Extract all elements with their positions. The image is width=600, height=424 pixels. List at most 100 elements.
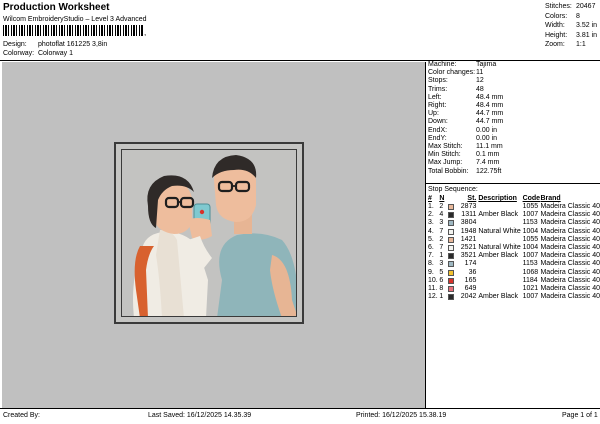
detail-label: Color changes: [428, 69, 476, 77]
thread-color-swatch [447, 261, 454, 268]
thread-description [478, 277, 522, 285]
stitch-count: 3521 [460, 252, 477, 260]
embroidery-frame [114, 142, 304, 324]
detail-row: Right: 48.4 mm [428, 102, 503, 110]
stat-row: Stitches: 20467 [545, 2, 597, 12]
stat-value: 3.52 in [576, 22, 598, 29]
detail-value: 122.75ft [476, 167, 502, 175]
stop-row: 3. 3 3804 1153 Madeira Classic 40 [428, 219, 600, 227]
thread-color-swatch [447, 294, 454, 301]
thread-brand: Madeira Classic 40 [540, 211, 600, 219]
thread-brand: Madeira Classic 40 [540, 252, 600, 260]
thread-description [478, 285, 522, 293]
stop-number: 1. [428, 203, 434, 211]
thread-description [478, 260, 522, 268]
thread-color-swatch [447, 236, 454, 243]
stop-row: 12. 1 2042 Amber Black 1007 Madeira Classic 4… [428, 293, 600, 301]
table-header-row: # N St. Description Code Brand [428, 194, 600, 203]
detail-label: Total Bobbin: [428, 167, 469, 175]
detail-label: Machine: [428, 61, 457, 68]
stitch-count: 3804 [460, 219, 477, 227]
detail-label: Down: [428, 118, 448, 126]
col-brand: Brand [540, 195, 561, 202]
stop-sequence-title: Stop Sequence: [428, 186, 478, 193]
stop-number: 11. [428, 284, 438, 292]
software-name: Wilcom EmbroideryStudio – Level 3 Advanc… [3, 16, 147, 23]
thread-brand: Madeira Classic 40 [540, 293, 600, 301]
stitch-count: 165 [464, 276, 477, 284]
stitch-count-cell: 36 [447, 268, 479, 277]
detail-label: Stops: [428, 77, 448, 85]
details-divider [426, 183, 600, 184]
stitch-count-cell: 2873 [447, 203, 479, 211]
stat-value: 1:1 [576, 41, 586, 48]
stop-row: 1. 2 2873 1055 Madeira Classic 40 [428, 203, 600, 211]
detail-row: Stops: 12 [428, 77, 503, 85]
stitch-count: 2873 [460, 203, 477, 211]
detail-row: Min Stitch: 0.1 mm [428, 151, 503, 159]
thread-brand: Madeira Classic 40 [540, 227, 600, 235]
detail-label: EndY: [428, 134, 447, 142]
thread-description: Amber Black [478, 293, 519, 301]
machine-details: Machine: Tajima Color changes: 11 Stops: 12… [428, 61, 503, 176]
detail-label: Max Stitch: [428, 143, 463, 151]
thread-color-swatch [447, 204, 454, 211]
detail-value: 11 [476, 69, 484, 77]
thread-brand: Madeira Classic 40 [540, 260, 600, 268]
col-number: # [428, 195, 432, 202]
stat-value: 20467 [576, 3, 596, 10]
stat-row: Width: 3.52 in [545, 21, 597, 31]
worksheet-header: Production Worksheet Wilcom EmbroiderySt… [0, 0, 600, 62]
thread-brand: Madeira Classic 40 [540, 268, 600, 276]
thread-color-swatch [447, 245, 454, 252]
thread-code: 1004 [522, 244, 539, 252]
stop-row: 7. 1 3521 Amber Black 1007 Madeira Classic 40 [428, 252, 600, 260]
thread-code: 1007 [522, 211, 539, 219]
col-code: Code [522, 195, 541, 202]
stat-label: Colors: [545, 12, 568, 20]
stop-row: 8. 3 174 1153 Madeira Classic 40 [428, 260, 600, 268]
thread-code: 1055 [522, 235, 539, 243]
thread-description: Natural White [478, 227, 521, 235]
detail-row: Up: 44.7 mm [428, 110, 503, 118]
detail-label: Max Jump: [428, 159, 463, 167]
thread-brand: Madeira Classic 40 [540, 203, 600, 211]
stop-row: 4. 7 1948 Natural White 1004 Madeira Classic … [428, 228, 600, 236]
needle-number: 3 [439, 260, 444, 268]
thread-code: 1068 [522, 268, 539, 276]
thread-color-swatch [447, 253, 454, 260]
stop-number: 8. [428, 260, 434, 268]
thread-color-swatch [447, 220, 454, 227]
thread-color-swatch [447, 285, 454, 292]
detail-value: 48.4 mm [476, 102, 504, 110]
thread-description [478, 269, 522, 277]
needle-number: 2 [439, 203, 444, 211]
page-title: Production Worksheet [3, 2, 110, 13]
stop-number: 2. [428, 211, 434, 219]
thread-color-swatch [447, 212, 454, 219]
stop-number: 12. [428, 293, 438, 301]
stitch-count: 36 [468, 268, 477, 276]
worksheet-footer: Created By: Last Saved: 16/12/2025 14.35… [0, 408, 600, 424]
barcode-tail: , [144, 28, 147, 37]
stop-number: 6. [428, 244, 434, 252]
thread-code: 1153 [522, 260, 538, 268]
stitch-count: 1311 [461, 211, 477, 219]
stat-label: Height: [545, 31, 568, 39]
thread-description [478, 236, 522, 244]
thread-description: Natural White [478, 244, 521, 252]
stop-row: 2. 4 1311 Amber Black 1007 Madeira Classic 40 [428, 211, 600, 219]
thread-code: 1021 [522, 284, 539, 292]
needle-number: 5 [439, 268, 444, 276]
stat-value: 3.81 in [576, 31, 598, 39]
colorway-row: Colorway: Colorway 1 [3, 50, 73, 57]
needle-number: 7 [439, 244, 444, 252]
stop-number: 7. [428, 252, 434, 260]
panel-divider [425, 62, 426, 408]
stop-row: 6. 7 2521 Natural White 1004 Madeira Classic … [428, 244, 600, 252]
stitch-count: 649 [464, 284, 477, 292]
stitch-count: 2042 [460, 293, 477, 301]
stitch-count-cell: 1948 [447, 228, 479, 236]
detail-label: Trims: [428, 85, 448, 93]
thread-description: Amber Black [478, 252, 519, 260]
